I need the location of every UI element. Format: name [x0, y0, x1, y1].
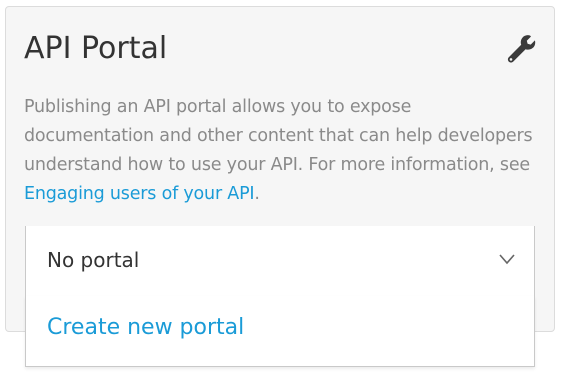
panel-title: API Portal [24, 31, 168, 66]
chevron-down-icon [499, 254, 515, 265]
panel-description: Publishing an API portal allows you to e… [24, 93, 539, 209]
portal-select[interactable]: No portal [25, 226, 535, 296]
description-text: Publishing an API portal allows you to e… [24, 97, 533, 175]
description-end: . [254, 184, 260, 204]
engaging-users-link[interactable]: Engaging users of your API [24, 184, 255, 204]
portal-dropdown-menu: Create new portal [25, 296, 535, 367]
wrench-icon[interactable] [504, 33, 536, 65]
portal-select-value: No portal [47, 248, 140, 272]
create-new-portal-option[interactable]: Create new portal [47, 315, 244, 340]
